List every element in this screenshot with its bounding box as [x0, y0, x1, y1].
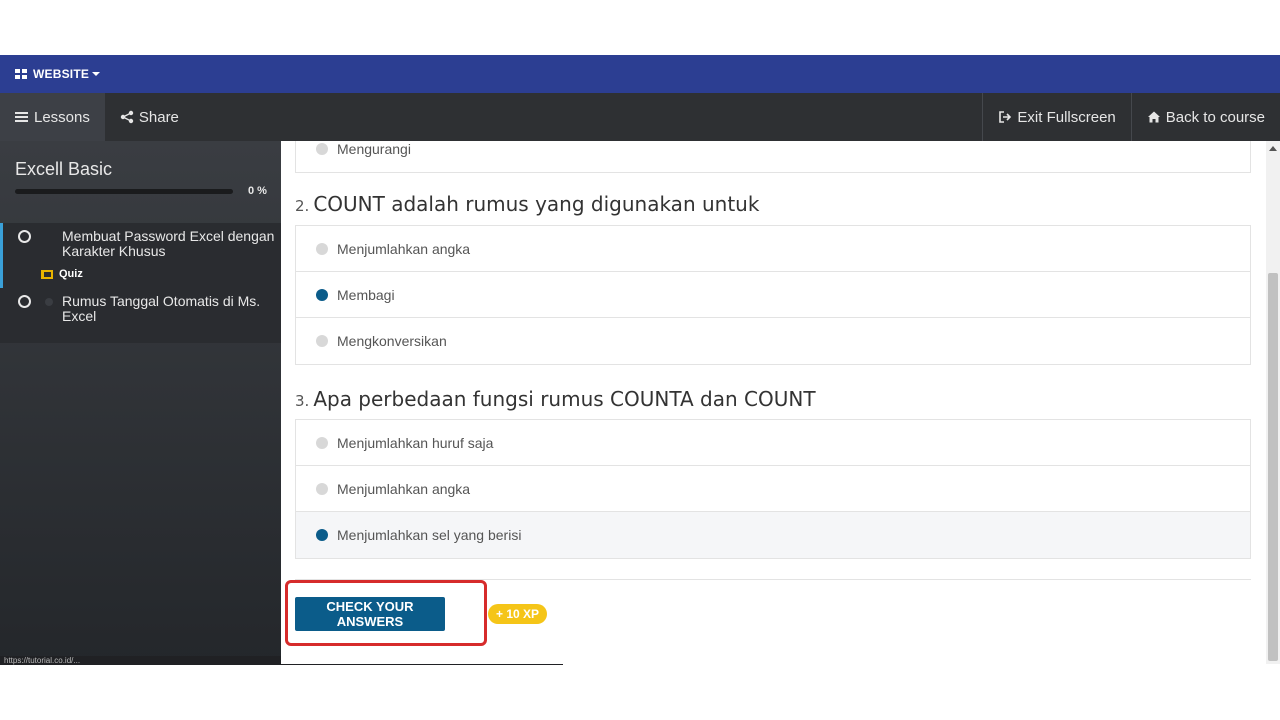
- option-label: Menjumlahkan angka: [337, 480, 471, 497]
- radio-icon: [316, 335, 328, 347]
- xp-badge: + 10 XP: [488, 604, 548, 624]
- lesson-sidebar: Excell Basic 0 % Membuat Password Excel …: [0, 141, 281, 664]
- quiz-option[interactable]: Mengkonversikan: [296, 318, 1250, 364]
- website-menu-label: WEBSITE: [33, 67, 90, 81]
- lessons-button[interactable]: Lessons: [0, 93, 105, 141]
- question-3-title: 3. Apa perbedaan fungsi rumus COUNTA dan …: [295, 387, 816, 411]
- option-label: Mengkonversikan: [337, 333, 447, 349]
- lesson-title: Rumus Tanggal Otomatis di Ms. Excel: [62, 293, 261, 324]
- question-1-options: Mengurangi: [295, 141, 1251, 173]
- lesson-title: Membuat Password Excel dengan Karakter K…: [62, 228, 275, 259]
- back-to-course-label: Back to course: [1165, 108, 1265, 126]
- option-label: Menjumlahkan sel yang berisi: [337, 527, 522, 543]
- share-icon: [120, 110, 134, 124]
- website-menu[interactable]: WEBSITE: [0, 55, 1280, 93]
- check-answers-button[interactable]: CHECK YOUR ANSWERS: [295, 597, 445, 631]
- quiz-tag-label: Quiz: [59, 268, 83, 280]
- question-number: 2.: [295, 197, 310, 215]
- lessons-button-label: Lessons: [34, 108, 90, 126]
- lesson-status-circle-icon: [18, 295, 31, 308]
- option-label: Mengurangi: [337, 141, 411, 157]
- quiz-option-selected[interactable]: Membagi: [296, 272, 1250, 318]
- quiz-option[interactable]: Menjumlahkan huruf saja: [296, 420, 1250, 466]
- back-to-course-button[interactable]: Back to course: [1130, 93, 1280, 141]
- grid-icon: [15, 69, 27, 79]
- radio-icon: [316, 436, 328, 449]
- question-text: COUNT adalah rumus yang digunakan untuk: [313, 192, 760, 216]
- quiz-option-selected[interactable]: Menjumlahkan sel yang berisi: [296, 512, 1250, 558]
- radio-checked-icon: [316, 529, 328, 541]
- quiz-option[interactable]: Mengurangi: [296, 141, 1250, 172]
- exit-fullscreen-button[interactable]: Exit Fullscreen: [982, 93, 1130, 141]
- home-icon: [1147, 111, 1160, 123]
- option-label: Membagi: [337, 286, 395, 303]
- exit-fullscreen-label: Exit Fullscreen: [1017, 108, 1116, 126]
- quiz-option[interactable]: Menjumlahkan angka: [296, 466, 1250, 512]
- course-progress-label: 0 %: [248, 185, 267, 197]
- caret-down-icon: [92, 72, 101, 76]
- option-label: Menjumlahkan huruf saja: [337, 434, 494, 451]
- quiz-tag: Quiz: [41, 268, 83, 280]
- course-progress-bar: [15, 189, 233, 194]
- quiz-content[interactable]: Mengurangi 2. COUNT adalah rumus yang dig…: [281, 141, 1266, 664]
- option-label: Menjumlahkan angka: [337, 240, 471, 257]
- quiz-option[interactable]: Menjumlahkan angka: [296, 226, 1250, 272]
- radio-icon: [316, 482, 328, 495]
- radio-icon: [316, 242, 328, 255]
- share-button[interactable]: Share: [105, 93, 194, 141]
- question-2-title: 2. COUNT adalah rumus yang digunakan untu…: [295, 192, 759, 216]
- radio-checked-icon: [316, 288, 328, 301]
- sign-out-icon: [999, 111, 1012, 123]
- hamburger-icon: [15, 110, 29, 124]
- lesson-item-password-excel[interactable]: Membuat Password Excel dengan Karakter K…: [0, 223, 281, 288]
- flag-icon: [41, 269, 53, 279]
- lesson-dot-icon: [45, 298, 53, 306]
- lesson-navbar: Lessons Share Exit Fullscreen Back to co…: [0, 93, 1280, 141]
- radio-icon: [316, 143, 328, 155]
- lesson-item-rumus-tanggal[interactable]: Rumus Tanggal Otomatis di Ms. Excel: [0, 288, 281, 343]
- question-text: Apa perbedaan fungsi rumus COUNTA dan CO…: [313, 387, 816, 411]
- question-3-options: Menjumlahkan huruf saja Menjumlahkan ang…: [295, 419, 1251, 559]
- question-2-options: Menjumlahkan angka Membagi Mengkonversik…: [295, 225, 1251, 365]
- question-number: 3.: [295, 392, 310, 410]
- scrollbar-thumb[interactable]: [1268, 273, 1278, 661]
- lesson-status-circle-icon: [18, 230, 31, 243]
- content-scrollbar[interactable]: [1266, 141, 1280, 664]
- course-title: Excell Basic: [15, 159, 113, 179]
- share-button-label: Share: [138, 108, 179, 126]
- scroll-up-arrow-icon[interactable]: [1269, 146, 1277, 151]
